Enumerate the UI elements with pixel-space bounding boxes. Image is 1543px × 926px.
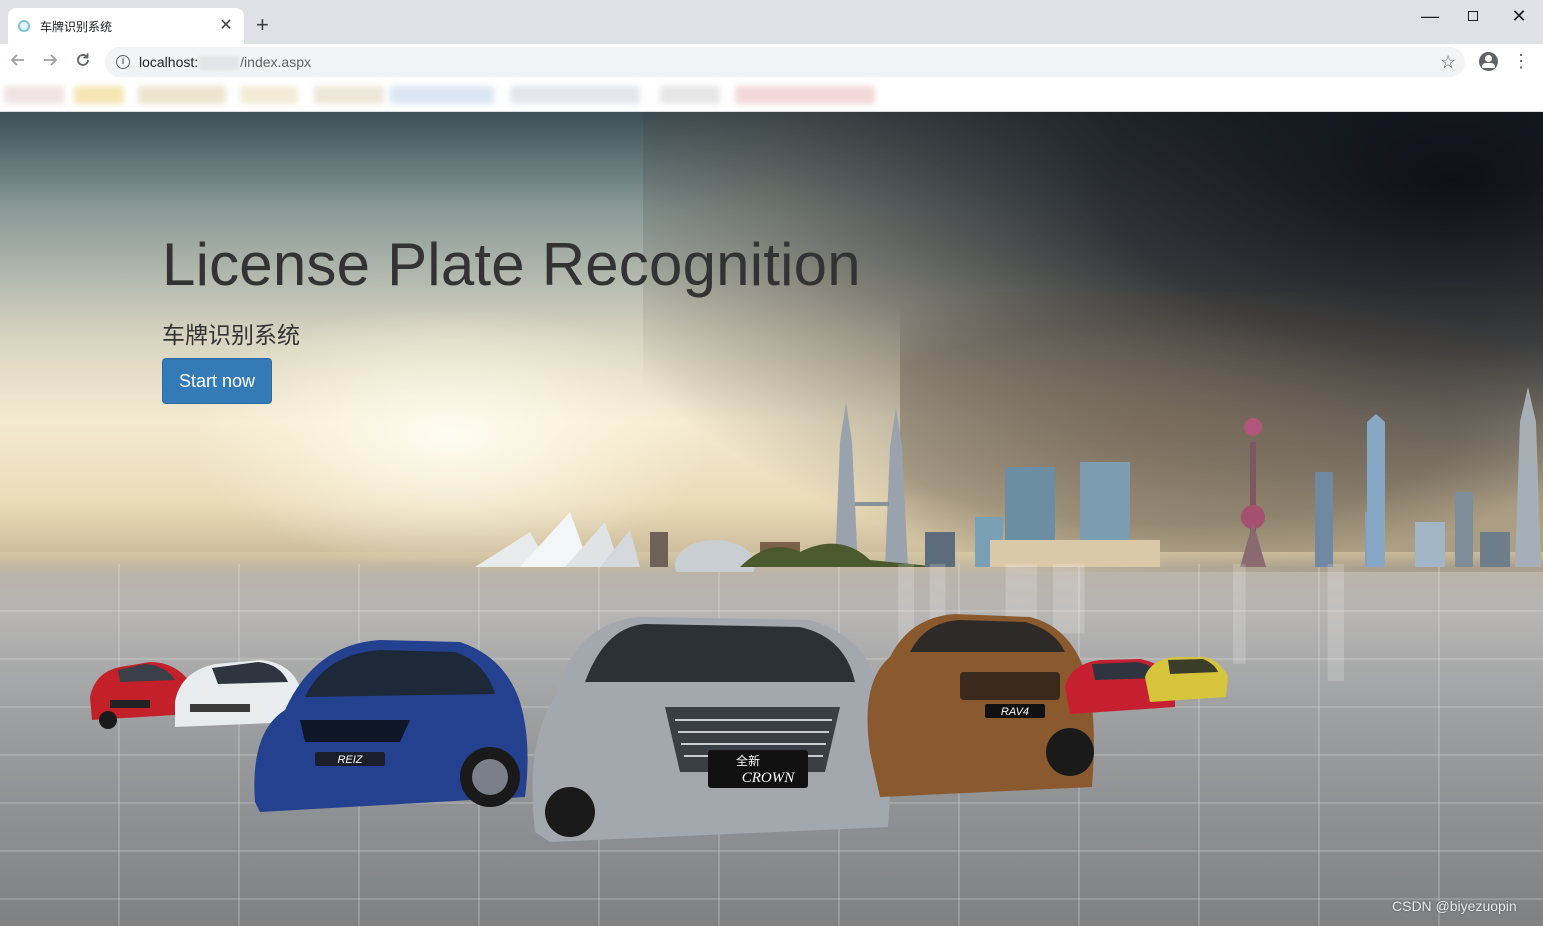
browser-toolbar: i localhost: /index.aspx ☆ ⋮ [0, 44, 1543, 80]
bookmark-item-blurred[interactable] [660, 86, 720, 104]
bronze-suv-rav4: RAV4 [867, 614, 1094, 797]
arrow-right-icon [44, 54, 58, 66]
forward-button[interactable] [38, 50, 62, 74]
minimize-window-button[interactable]: — [1418, 6, 1442, 26]
bookmark-item-blurred[interactable] [735, 86, 875, 104]
car-lineup: REIZ 全新 CROWN RAV4 [90, 614, 1228, 842]
reload-icon [77, 53, 89, 66]
url-text[interactable]: localhost: /index.aspx [139, 54, 311, 71]
crown-plate-text: CROWN [742, 770, 795, 786]
crown-plate-cn-text: 全新 [736, 753, 760, 768]
bookmarks-bar [0, 80, 1543, 112]
close-tab-icon[interactable]: ✕ [218, 18, 234, 34]
address-bar[interactable]: i localhost: /index.aspx ☆ [105, 47, 1465, 77]
new-tab-button[interactable]: + [256, 14, 269, 36]
city-skyline [475, 387, 1541, 572]
bookmark-star-icon[interactable]: ☆ [1440, 52, 1456, 72]
start-now-button[interactable]: Start now [162, 358, 272, 404]
bookmark-item-blurred[interactable] [510, 86, 640, 104]
browser-titlebar: 车牌识别系统 ✕ + — ✕ [0, 0, 1543, 44]
reload-button[interactable] [71, 50, 95, 74]
back-button[interactable] [6, 50, 30, 74]
reiz-plate-text: REIZ [337, 754, 363, 766]
bookmark-item-blurred[interactable] [314, 86, 384, 104]
bookmark-item-blurred[interactable] [138, 86, 226, 104]
info-icon[interactable]: i [116, 55, 130, 69]
hero-banner: REIZ 全新 CROWN RAV4 License Plate Recogni… [0, 112, 1543, 926]
url-host: localhost: [139, 54, 199, 70]
favicon-icon [18, 20, 30, 32]
arrow-left-icon [10, 54, 24, 66]
blue-sedan-reiz: REIZ [254, 640, 528, 812]
bookmark-item-blurred[interactable] [74, 86, 124, 104]
menu-icon[interactable]: ⋮ [1512, 51, 1530, 71]
bookmark-item-blurred[interactable] [390, 86, 494, 104]
url-port-redacted [199, 56, 240, 71]
bookmark-item-blurred[interactable] [240, 86, 298, 104]
close-window-button[interactable]: ✕ [1507, 6, 1531, 26]
profile-icon[interactable] [1479, 52, 1498, 71]
page-subtitle: 车牌识别系统 [162, 323, 300, 349]
yellow-sedan [1145, 657, 1228, 702]
maximize-window-button[interactable] [1461, 6, 1485, 26]
silver-sedan-crown: 全新 CROWN [532, 617, 891, 842]
watermark-text: CSDN @biyezuopin [1392, 898, 1517, 914]
bookmark-item-blurred[interactable] [4, 86, 64, 104]
maximize-icon [1468, 11, 1478, 21]
browser-tab[interactable]: 车牌识别系统 ✕ [8, 8, 244, 44]
tab-title: 车牌识别系统 [40, 19, 113, 34]
page-title: License Plate Recognition [162, 231, 861, 298]
url-path: /index.aspx [240, 54, 311, 70]
rav4-plate-text: RAV4 [1001, 706, 1029, 718]
